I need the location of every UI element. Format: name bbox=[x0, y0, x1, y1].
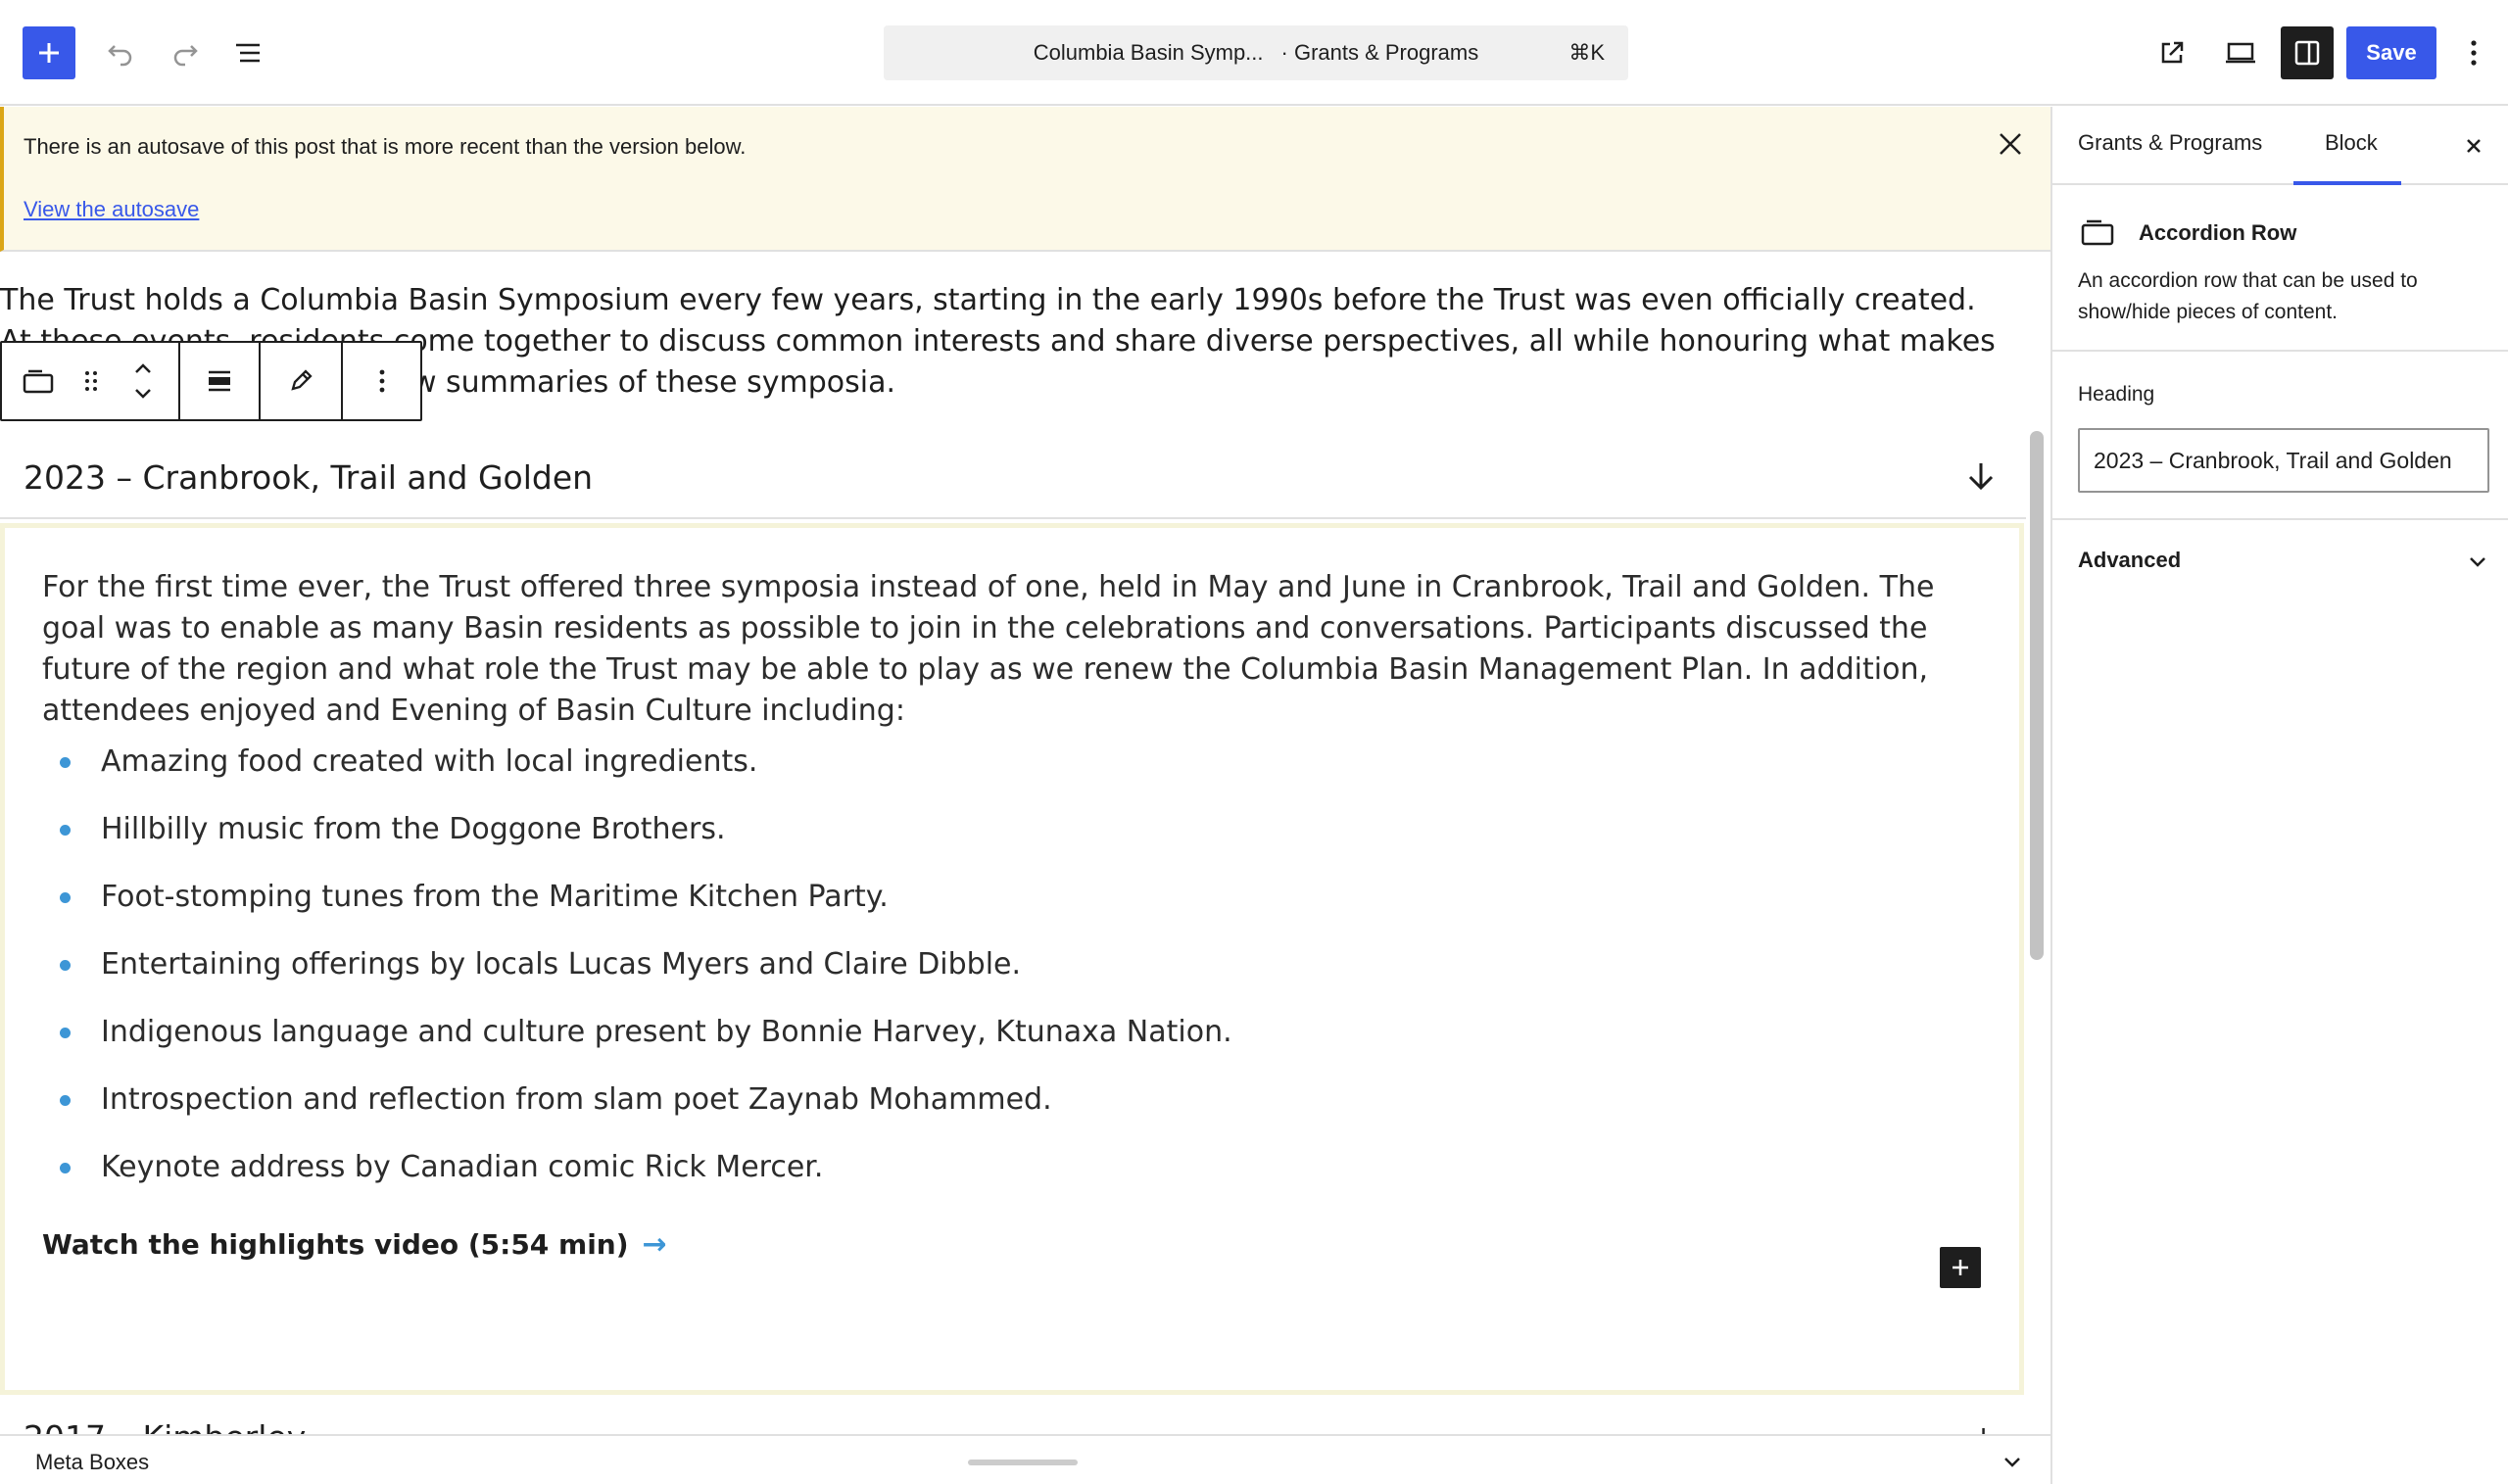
view-post-button[interactable] bbox=[2146, 26, 2198, 79]
canvas-scrollbar[interactable] bbox=[2030, 431, 2044, 960]
undo-button[interactable] bbox=[94, 26, 147, 79]
list-item[interactable]: Entertaining offerings by locals Lucas M… bbox=[60, 944, 1232, 1012]
options-menu-button[interactable] bbox=[2449, 26, 2498, 79]
redo-button[interactable] bbox=[159, 26, 212, 79]
settings-sidebar: Grants & Programs Block Accordion Row An… bbox=[2050, 107, 2508, 1484]
list-item[interactable]: Hillbilly music from the Doggone Brother… bbox=[60, 809, 1232, 877]
accordion-toggle[interactable] bbox=[1961, 456, 2001, 496]
video-link-label: Watch the highlights video (5:54 min) bbox=[42, 1228, 629, 1261]
accordion-row-content[interactable]: For the first time ever, the Trust offer… bbox=[0, 523, 2024, 1395]
accordion-paragraph[interactable]: For the first time ever, the Trust offer… bbox=[42, 567, 1992, 732]
accordion-block-icon bbox=[2080, 216, 2115, 252]
plus-icon bbox=[39, 43, 59, 63]
tab-document[interactable]: Grants & Programs bbox=[2078, 130, 2262, 156]
toolbar-group-parent bbox=[2, 343, 180, 419]
document-overview-button[interactable] bbox=[221, 26, 274, 79]
heading-panel: Heading bbox=[2052, 354, 2508, 520]
notice-message: There is an autosave of this post that i… bbox=[24, 134, 747, 159]
arrow-right-icon: → bbox=[642, 1227, 667, 1262]
next-accordion-heading[interactable]: 2017 – Kimberley bbox=[24, 1418, 306, 1434]
pencil-icon bbox=[291, 369, 313, 391]
move-buttons bbox=[108, 343, 178, 419]
tab-block[interactable]: Block bbox=[2325, 130, 2378, 156]
list-item[interactable]: Introspection and reflection from slam p… bbox=[60, 1079, 1232, 1147]
command-palette-bar[interactable]: Columbia Basin Symp... · Grants & Progra… bbox=[884, 25, 1628, 80]
heading-field-label: Heading bbox=[2078, 383, 2155, 406]
block-type-button[interactable] bbox=[2, 343, 74, 419]
block-description: An accordion row that can be used to sho… bbox=[2078, 269, 2418, 323]
align-wide-icon bbox=[209, 370, 230, 392]
chevron-down-icon bbox=[2004, 1458, 2020, 1467]
block-card: Accordion Row An accordion row that can … bbox=[2052, 187, 2508, 352]
close-icon bbox=[2467, 139, 2481, 153]
undo-icon bbox=[108, 45, 132, 67]
block-options-button[interactable] bbox=[343, 343, 421, 419]
settings-toggle-button[interactable] bbox=[2281, 26, 2334, 79]
toolbar-group-edit bbox=[261, 343, 343, 419]
list-item[interactable]: Foot-stomping tunes from the Maritime Ki… bbox=[60, 877, 1232, 944]
chevron-up-icon[interactable] bbox=[131, 358, 155, 381]
drag-handle[interactable] bbox=[74, 343, 108, 419]
active-tab-indicator bbox=[2293, 181, 2401, 185]
chevron-down-icon[interactable] bbox=[131, 381, 155, 405]
external-link-icon bbox=[2161, 41, 2184, 64]
autosave-notice: There is an autosave of this post that i… bbox=[0, 107, 2050, 252]
list-view-icon bbox=[236, 43, 260, 63]
post-type-label: · Grants & Programs bbox=[1280, 40, 1479, 65]
meta-boxes-bar[interactable]: Meta Boxes bbox=[0, 1434, 2050, 1484]
align-button[interactable] bbox=[180, 343, 259, 419]
toolbar-group-align bbox=[180, 343, 261, 419]
arrow-down-icon bbox=[1968, 463, 1994, 491]
heading-input[interactable] bbox=[2078, 428, 2489, 493]
edit-button[interactable] bbox=[261, 343, 341, 419]
view-autosave-link[interactable]: View the autosave bbox=[24, 197, 199, 222]
more-vertical-icon bbox=[379, 369, 385, 393]
sidebar-icon bbox=[2294, 40, 2320, 66]
plus-icon bbox=[1953, 1260, 1968, 1275]
chevron-down-icon bbox=[2464, 548, 2491, 575]
highlights-video-link[interactable]: Watch the highlights video (5:54 min) → bbox=[42, 1227, 667, 1262]
editor-canvas[interactable]: The Trust holds a Columbia Basin Symposi… bbox=[0, 253, 2026, 1434]
keyboard-shortcut: ⌘K bbox=[1568, 40, 1605, 65]
block-name: Accordion Row bbox=[2139, 220, 2297, 245]
drag-handle-icon bbox=[85, 371, 97, 391]
laptop-icon bbox=[2226, 42, 2255, 64]
save-button[interactable]: Save bbox=[2346, 26, 2436, 79]
list-item[interactable]: Indigenous language and culture present … bbox=[60, 1012, 1232, 1079]
block-toolbar bbox=[0, 341, 422, 421]
meta-boxes-toggle[interactable] bbox=[1999, 1448, 2026, 1475]
block-appender-button[interactable] bbox=[1940, 1247, 1981, 1288]
editor-header: Columbia Basin Symp... · Grants & Progra… bbox=[0, 0, 2508, 106]
close-sidebar-button[interactable] bbox=[2458, 130, 2489, 162]
list-item[interactable]: Keynote address by Canadian comic Rick M… bbox=[60, 1147, 1232, 1215]
close-icon bbox=[2000, 133, 2021, 155]
add-block-button[interactable] bbox=[23, 26, 75, 79]
accordion-heading[interactable]: 2023 – Cranbrook, Trail and Golden bbox=[24, 458, 593, 497]
resize-handle[interactable] bbox=[968, 1460, 1078, 1465]
list-item[interactable]: Amazing food created with local ingredie… bbox=[60, 742, 1232, 809]
device-preview-button[interactable] bbox=[2214, 26, 2267, 79]
culture-list: Amazing food created with local ingredie… bbox=[60, 742, 1232, 1215]
meta-boxes-label: Meta Boxes bbox=[35, 1450, 150, 1474]
accordion-row-header[interactable]: 2023 – Cranbrook, Trail and Golden bbox=[0, 441, 2026, 519]
accordion-block-icon bbox=[23, 369, 54, 394]
sidebar-tabs: Grants & Programs Block bbox=[2052, 107, 2508, 185]
toolbar-group-options bbox=[343, 343, 421, 419]
dismiss-notice-button[interactable] bbox=[1992, 125, 2029, 163]
document-title: Columbia Basin Symp... bbox=[1033, 40, 1264, 65]
redo-icon bbox=[173, 45, 198, 67]
next-accordion-toggle[interactable]: + bbox=[1971, 1420, 1996, 1434]
more-vertical-icon bbox=[2471, 40, 2477, 66]
advanced-panel-title: Advanced bbox=[2078, 548, 2182, 572]
advanced-panel[interactable]: Advanced bbox=[2052, 522, 2508, 602]
